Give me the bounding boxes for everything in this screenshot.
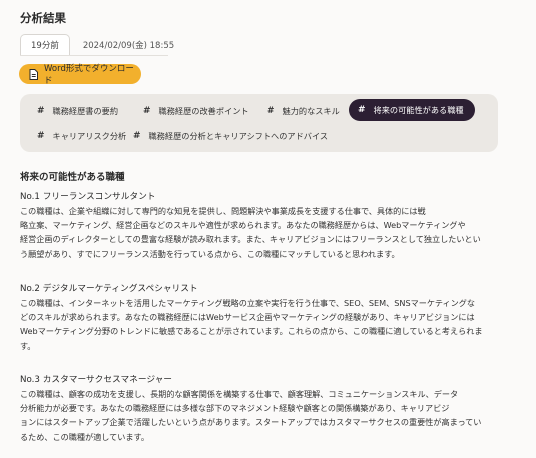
hash-icon: # <box>358 105 366 115</box>
tab-label: 職務経歴書の要約 <box>52 105 119 116</box>
tab-future-careers[interactable]: # 将来の可能性がある職種 <box>349 99 475 121</box>
divider <box>20 55 168 56</box>
career-item: No.2 デジタルマーケティングスペシャリスト この職種は、インターネットを活用… <box>20 282 502 353</box>
section-heading: 将来の可能性がある職種 <box>20 172 125 183</box>
hash-icon: # <box>37 105 45 116</box>
hash-icon: # <box>133 130 141 141</box>
meta-row: 19分前 2024/02/09(金) 18:55 <box>20 33 174 56</box>
career-description: この職種は、企業や組織に対して専門的な知見を提供し、問題解決や事業成長を支援する… <box>20 206 481 259</box>
hash-icon: # <box>267 105 275 116</box>
career-title: No.3 カスタマーサクセスマネージャー <box>20 375 172 385</box>
career-description: この職種は、インターネットを活用したマーケティング戦略の立案や実行を行う仕事で、… <box>20 298 483 351</box>
career-title: No.2 デジタルマーケティングスペシャリスト <box>20 284 198 294</box>
tab-label: キャリアリスク分析 <box>52 130 127 141</box>
tab-summary[interactable]: # 職務経歴書の要約 <box>28 100 127 121</box>
career-item: No.1 フリーランスコンサルタント この職種は、企業や組織に対して専門的な知見… <box>20 190 502 261</box>
document-icon <box>29 68 38 80</box>
tab-label: 職務経歴の分析とキャリアシフトへのアドバイス <box>148 130 329 141</box>
tabs-panel: # 職務経歴書の要約 # 職務経歴の改善ポイント # 魅力的なスキル # 将来の… <box>20 94 498 152</box>
career-description: この職種は、顧客の成功を支援し、長期的な顧客関係を構築する仕事で、顧客理解、コミ… <box>20 389 482 442</box>
tab-career-risk[interactable]: # キャリアリスク分析 <box>28 125 135 146</box>
download-label: Word形式でダウンロード <box>44 64 134 86</box>
relative-time-tab[interactable]: 19分前 <box>20 34 70 55</box>
career-item: No.3 カスタマーサクセスマネージャー この職種は、顧客の成功を支援し、長期的… <box>20 373 502 444</box>
tab-label: 将来の可能性がある職種 <box>373 105 464 115</box>
tab-label: 魅力的なスキル <box>282 105 340 116</box>
download-word-button[interactable]: Word形式でダウンロード <box>19 64 141 86</box>
career-title: No.1 フリーランスコンサルタント <box>20 192 156 202</box>
timestamp: 2024/02/09(金) 18:55 <box>82 40 175 51</box>
tab-career-shift-advice[interactable]: # 職務経歴の分析とキャリアシフトへのアドバイス <box>124 125 337 146</box>
tab-label: 職務経歴の改善ポイント <box>158 105 249 116</box>
hash-icon: # <box>37 130 45 141</box>
hash-icon: # <box>143 105 151 116</box>
page-title: 分析結果 <box>20 11 66 25</box>
tab-improvements[interactable]: # 職務経歴の改善ポイント <box>134 100 258 121</box>
tab-skills[interactable]: # 魅力的なスキル <box>258 100 349 121</box>
